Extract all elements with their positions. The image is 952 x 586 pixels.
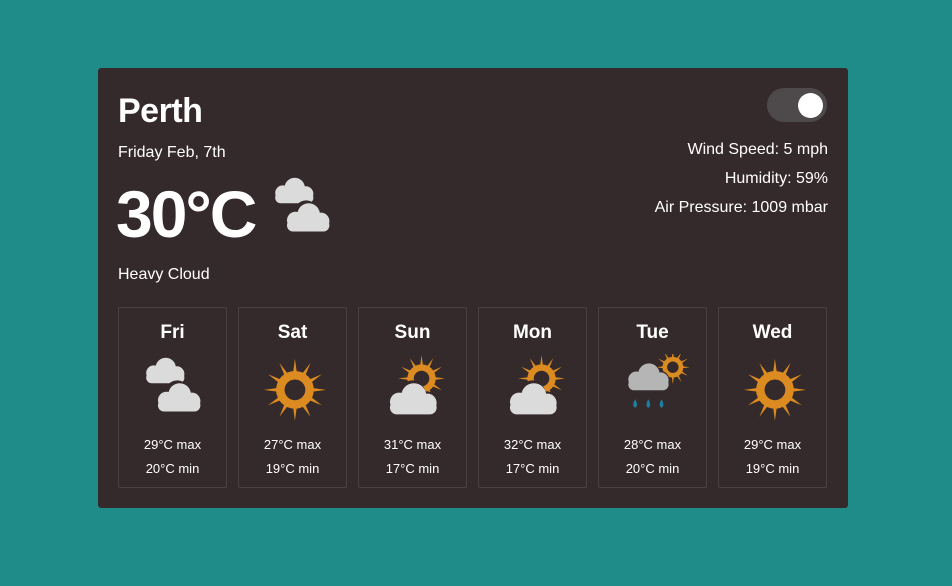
forecast-min: 20°C min [625,461,680,476]
sun-icon [743,358,807,421]
forecast-min: 19°C min [745,461,800,476]
partly-cloudy-icon [499,354,569,420]
forecast-day-name: Sat [277,322,308,343]
forecast-day: Fri 29°C max 20°C min [118,307,227,488]
heavy-cloud-icon [275,177,330,232]
forecast-day: Tue 28°C max 20°C min [598,307,707,488]
forecast-row: Fri 29°C max 20°C min Sat 27°C max 19°C … [118,307,827,488]
forecast-day-name: Fri [160,322,185,343]
forecast-min: 17°C min [505,461,560,476]
forecast-max: 28°C max [623,437,682,452]
forecast-day: Mon 32°C max 17°C min [478,307,587,488]
sun-icon [263,358,327,421]
current-date: Friday Feb, 7th [118,144,226,161]
forecast-max: 27°C max [263,437,322,452]
partly-cloudy-icon [379,354,449,420]
forecast-day-name: Sun [394,322,431,343]
sun-icon [259,354,329,421]
heavy-cloud-icon [268,174,338,238]
forecast-day-name: Wed [752,322,793,343]
rain-showers-icon [619,350,690,420]
forecast-day-name: Tue [636,322,669,343]
partly-cloudy-icon [387,355,445,415]
heavy-cloud-icon [139,354,209,420]
wind-speed: Wind Speed: 5 mph [687,141,828,158]
forecast-min: 20°C min [145,461,200,476]
unit-toggle[interactable] [767,88,827,122]
forecast-max: 31°C max [383,437,442,452]
forecast-day: Sat 27°C max 19°C min [238,307,347,488]
air-pressure: Air Pressure: 1009 mbar [654,199,828,216]
forecast-max: 32°C max [503,437,562,452]
toggle-knob[interactable] [798,93,823,118]
rain-showers-icon [626,350,690,408]
forecast-min: 19°C min [265,461,320,476]
forecast-day-name: Mon [512,322,553,343]
partly-cloudy-icon [507,355,565,415]
weather-card: Perth Friday Feb, 7th 30°C Heavy Cloud W… [98,68,848,508]
city-name: Perth [118,92,203,130]
sun-icon [739,354,809,421]
current-condition: Heavy Cloud [118,266,210,283]
heavy-cloud-icon [146,357,201,412]
weather-stats: Wind Speed: 5 mph Humidity: 59% Air Pres… [655,139,828,226]
forecast-max: 29°C max [143,437,202,452]
forecast-min: 17°C min [385,461,440,476]
humidity: Humidity: 59% [724,170,828,187]
forecast-max: 29°C max [743,437,802,452]
forecast-day: Sun 31°C max 17°C min [358,307,467,488]
current-temperature: 30°C [116,177,257,251]
forecast-day: Wed 29°C max 19°C min [718,307,827,488]
